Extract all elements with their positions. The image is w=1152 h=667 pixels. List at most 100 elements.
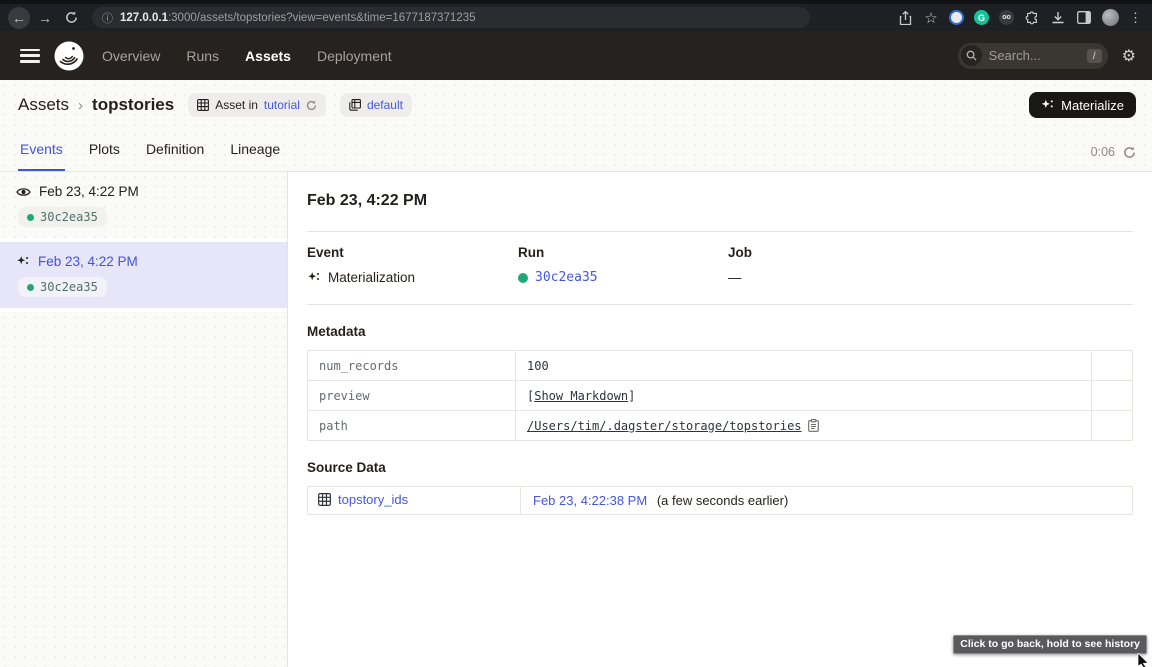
source-timestamp-link[interactable]: Feb 23, 4:22:38 PM bbox=[533, 493, 647, 508]
job-value: — bbox=[728, 270, 742, 285]
back-icon[interactable]: ← bbox=[8, 7, 30, 29]
page-title: topstories bbox=[92, 95, 174, 115]
download-icon[interactable] bbox=[1050, 10, 1066, 26]
sparkle-icon bbox=[16, 255, 30, 269]
table-row: path /Users/tim/.dagster/storage/topstor… bbox=[308, 411, 1133, 441]
run-column: Run 30c2ea35 bbox=[518, 245, 728, 285]
app-top-nav: Overview Runs Assets Deployment Search..… bbox=[0, 31, 1152, 80]
grammarly-extension-icon[interactable]: G bbox=[974, 10, 989, 25]
reload-icon[interactable] bbox=[60, 7, 82, 29]
asset-page-header: Assets › topstories Asset in tutorial de… bbox=[0, 80, 1152, 130]
badge-tutorial-link[interactable]: tutorial bbox=[264, 98, 300, 112]
sparkle-icon bbox=[307, 271, 321, 285]
run-label: Run bbox=[518, 245, 728, 260]
goggles-extension-icon[interactable]: oo bbox=[999, 10, 1014, 25]
side-panel-icon[interactable] bbox=[1076, 10, 1092, 26]
show-markdown-link[interactable]: Show Markdown bbox=[534, 389, 628, 403]
event-label: Event bbox=[307, 245, 518, 260]
event-detail-title: Feb 23, 4:22 PM bbox=[307, 192, 1133, 210]
event-time: Feb 23, 4:22 PM bbox=[39, 184, 139, 199]
url-path: :3000/assets/topstories?view=events&time… bbox=[168, 12, 476, 24]
source-asset-name: topstory_ids bbox=[338, 492, 408, 507]
nav-item-overview[interactable]: Overview bbox=[102, 48, 160, 64]
browser-actions: ☆ G oo ⋮ bbox=[897, 9, 1144, 26]
badge-prefix: Asset in bbox=[215, 98, 258, 112]
search-placeholder: Search... bbox=[989, 48, 1080, 63]
table-row: num_records 100 bbox=[308, 351, 1133, 381]
reload-small-icon[interactable] bbox=[306, 100, 317, 111]
hamburger-menu-icon[interactable] bbox=[20, 49, 40, 63]
source-asset-link[interactable]: topstory_ids bbox=[318, 492, 408, 507]
run-status-dot bbox=[518, 273, 528, 283]
metadata-key: num_records bbox=[308, 351, 516, 381]
metadata-heading: Metadata bbox=[307, 324, 1133, 339]
gear-icon[interactable]: ⚙ bbox=[1122, 46, 1136, 66]
eye-icon bbox=[16, 186, 31, 198]
table-row: preview [Show Markdown] bbox=[308, 381, 1133, 411]
table-row: topstory_ids Feb 23, 4:22:38 PM (a few s… bbox=[308, 487, 1133, 515]
bracket: ] bbox=[628, 389, 635, 403]
puzzle-extensions-icon[interactable] bbox=[1024, 10, 1040, 26]
run-id-link[interactable]: 30c2ea35 bbox=[535, 270, 598, 285]
source-data-table: topstory_ids Feb 23, 4:22:38 PM (a few s… bbox=[307, 486, 1133, 515]
metadata-action-cell bbox=[1092, 381, 1133, 411]
event-detail-panel: Feb 23, 4:22 PM Event Materialization Ru… bbox=[288, 172, 1152, 667]
sparkle-icon bbox=[1041, 99, 1054, 112]
search-icon bbox=[961, 45, 982, 66]
search-shortcut-key: / bbox=[1087, 49, 1102, 63]
tab-plots[interactable]: Plots bbox=[87, 130, 122, 171]
forward-icon[interactable]: → bbox=[34, 7, 56, 29]
bookmark-star-icon[interactable]: ☆ bbox=[923, 10, 939, 26]
run-id-tag[interactable]: 30c2ea35 bbox=[18, 277, 107, 297]
kebab-menu-icon[interactable]: ⋮ bbox=[1129, 10, 1142, 26]
event-time: Feb 23, 4:22 PM bbox=[38, 254, 138, 269]
table-grid-icon bbox=[197, 99, 209, 111]
tab-events[interactable]: Events bbox=[18, 130, 65, 171]
run-id-tag[interactable]: 30c2ea35 bbox=[18, 207, 107, 227]
address-bar[interactable]: ⓘ 127.0.0.1:3000/assets/topstories?view=… bbox=[92, 7, 810, 28]
profile-avatar[interactable] bbox=[1102, 9, 1119, 26]
job-label: Job bbox=[728, 245, 1133, 260]
code-location-badge[interactable]: default bbox=[340, 93, 412, 117]
breadcrumb-assets-link[interactable]: Assets bbox=[18, 95, 69, 115]
materialize-label: Materialize bbox=[1061, 98, 1124, 113]
metadata-key: path bbox=[308, 411, 516, 441]
copy-clipboard-icon[interactable] bbox=[808, 419, 819, 432]
asset-tabs: Events Plots Definition Lineage 0:06 bbox=[0, 130, 1152, 172]
nav-item-deployment[interactable]: Deployment bbox=[317, 48, 392, 64]
refresh-icon[interactable] bbox=[1123, 146, 1136, 159]
share-icon[interactable] bbox=[897, 10, 913, 26]
copies-icon bbox=[349, 99, 361, 111]
source-timestamp-note: (a few seconds earlier) bbox=[657, 493, 789, 508]
table-grid-icon bbox=[318, 493, 331, 506]
browser-back-tooltip: Click to go back, hold to see history bbox=[953, 635, 1147, 654]
search-input[interactable]: Search... / bbox=[958, 43, 1108, 69]
event-column: Event Materialization bbox=[307, 245, 518, 285]
event-list-item-observation[interactable]: Feb 23, 4:22 PM 30c2ea35 bbox=[0, 172, 287, 242]
breadcrumb-separator: › bbox=[78, 97, 83, 114]
tab-lineage[interactable]: Lineage bbox=[228, 130, 282, 171]
event-list-item-materialization[interactable]: Feb 23, 4:22 PM 30c2ea35 bbox=[0, 242, 287, 312]
nav-item-runs[interactable]: Runs bbox=[186, 48, 219, 64]
nav-item-assets[interactable]: Assets bbox=[245, 48, 291, 64]
path-link[interactable]: /Users/tim/.dagster/storage/topstories bbox=[527, 419, 802, 433]
badge-default-link[interactable]: default bbox=[367, 98, 403, 112]
site-info-icon[interactable]: ⓘ bbox=[102, 10, 113, 26]
run-id: 30c2ea35 bbox=[40, 280, 98, 294]
tab-definition[interactable]: Definition bbox=[144, 130, 206, 171]
source-data-heading: Source Data bbox=[307, 460, 1133, 475]
run-status-dot bbox=[27, 214, 34, 221]
url-host: 127.0.0.1 bbox=[120, 12, 168, 24]
event-type-value: Materialization bbox=[328, 270, 415, 285]
mouse-cursor bbox=[1137, 653, 1149, 667]
metadata-value: /Users/tim/.dagster/storage/topstories bbox=[516, 411, 1092, 441]
materialize-button[interactable]: Materialize bbox=[1029, 92, 1136, 118]
run-id: 30c2ea35 bbox=[40, 210, 98, 224]
browser-toolbar: ← → ⓘ 127.0.0.1:3000/assets/topstories?v… bbox=[0, 4, 1152, 31]
loom-extension-icon[interactable] bbox=[949, 10, 964, 25]
run-status-dot bbox=[27, 284, 34, 291]
url-text: 127.0.0.1:3000/assets/topstories?view=ev… bbox=[120, 12, 476, 24]
asset-group-badge[interactable]: Asset in tutorial bbox=[188, 93, 326, 117]
metadata-table: num_records 100 preview [Show Markdown] … bbox=[307, 350, 1133, 441]
metadata-value: 100 bbox=[516, 351, 1092, 381]
